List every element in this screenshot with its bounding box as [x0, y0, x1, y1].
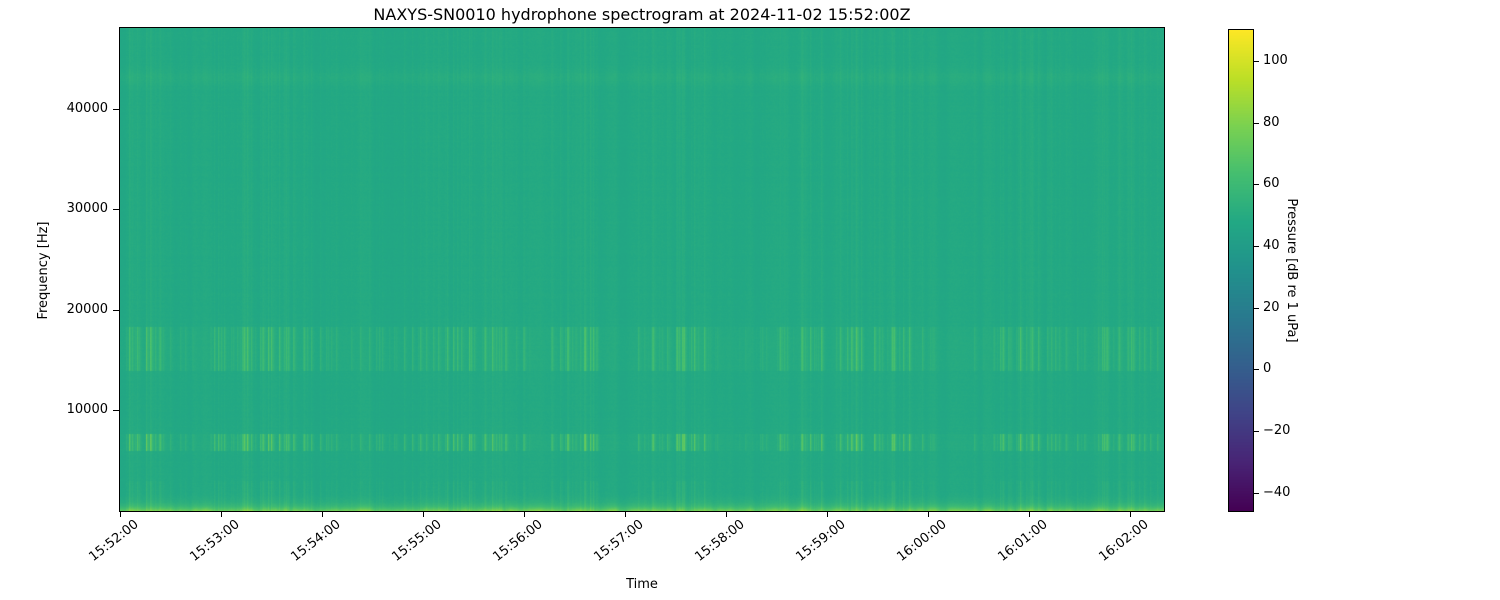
y-tick-mark [113, 209, 119, 211]
colorbar-tick-mark [1254, 430, 1259, 432]
x-tick-label: 15:56:00 [490, 517, 546, 565]
colorbar-tick-mark [1254, 184, 1259, 186]
colorbar-tick-label: 0 [1263, 361, 1272, 377]
x-tick-label: 16:02:00 [1096, 517, 1152, 565]
colorbar-tick-label: 60 [1263, 176, 1280, 192]
x-tick-mark [1029, 511, 1031, 517]
plot-area [119, 27, 1165, 512]
colorbar-tick-label: 20 [1263, 299, 1280, 315]
y-tick-mark [113, 309, 119, 311]
x-tick-mark [827, 511, 829, 517]
spectrogram-figure: NAXYS-SN0010 hydrophone spectrogram at 2… [0, 0, 1500, 600]
y-tick-label: 30000 [66, 201, 108, 217]
x-tick-label: 15:55:00 [389, 517, 445, 565]
colorbar-gradient [1229, 30, 1253, 511]
y-tick-mark [113, 410, 119, 412]
x-tick-mark [726, 511, 728, 517]
y-tick-label: 40000 [66, 100, 108, 116]
x-tick-mark [625, 511, 627, 517]
x-tick-label: 15:54:00 [288, 517, 344, 565]
colorbar-tick-mark [1254, 492, 1259, 494]
x-tick-label: 15:52:00 [85, 517, 142, 565]
x-tick-mark [524, 511, 526, 517]
plot-title: NAXYS-SN0010 hydrophone spectrogram at 2… [373, 5, 911, 24]
colorbar-tick-mark [1254, 60, 1259, 62]
x-tick-label: 15:58:00 [692, 517, 748, 565]
colorbar-tick-mark [1254, 369, 1259, 371]
x-tick-mark [1130, 511, 1132, 517]
x-tick-label: 16:01:00 [995, 517, 1051, 565]
spectrogram-heatmap [120, 28, 1164, 511]
x-tick-mark [928, 511, 930, 517]
x-tick-label: 15:53:00 [186, 517, 243, 565]
colorbar-tick-mark [1254, 245, 1259, 247]
x-tick-mark [221, 511, 222, 517]
x-tick-mark [322, 511, 324, 517]
colorbar [1228, 29, 1254, 512]
y-tick-mark [113, 108, 119, 110]
y-tick-label: 20000 [66, 301, 108, 317]
colorbar-tick-label: 80 [1263, 114, 1280, 130]
y-tick-label: 10000 [66, 402, 108, 418]
colorbar-tick-mark [1254, 307, 1259, 309]
x-tick-label: 16:00:00 [894, 517, 950, 565]
x-tick-mark [120, 511, 121, 517]
colorbar-label: Pressure [dB re 1 uPa] [1284, 198, 1299, 343]
x-tick-label: 15:57:00 [591, 517, 647, 565]
x-axis-label: Time [626, 577, 658, 592]
x-tick-mark [423, 511, 425, 517]
colorbar-tick-mark [1254, 122, 1259, 124]
colorbar-tick-label: 40 [1263, 237, 1280, 253]
x-tick-label: 15:59:00 [793, 517, 849, 565]
